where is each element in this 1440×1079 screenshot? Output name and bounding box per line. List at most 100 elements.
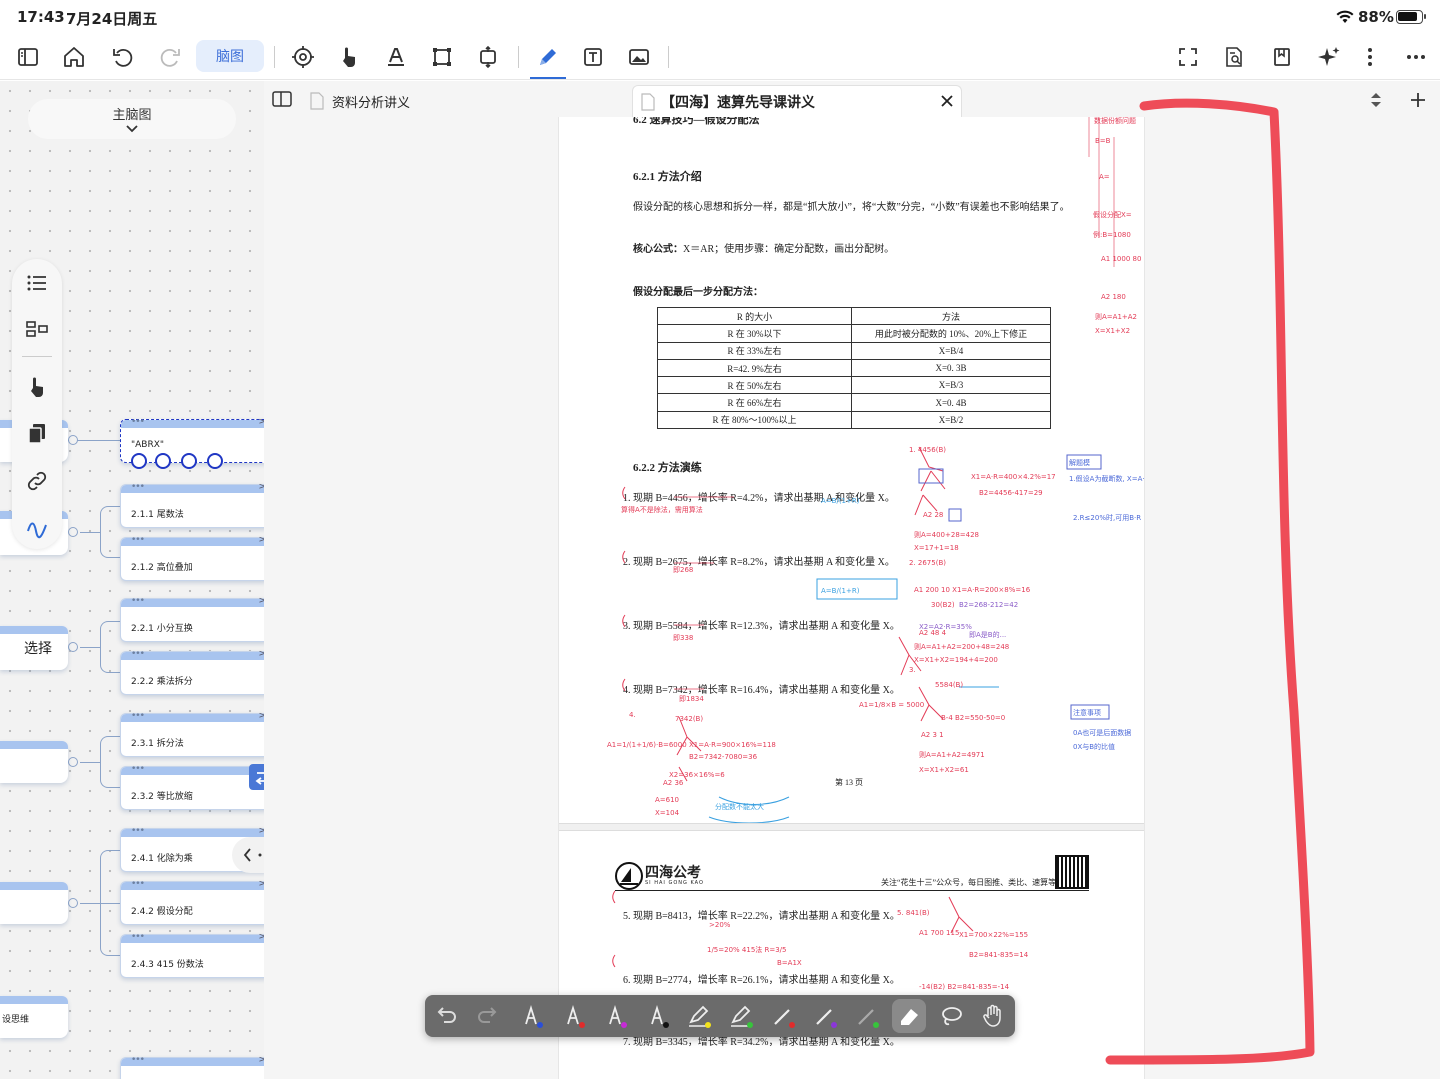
- active-tool-indicator: [530, 77, 566, 79]
- node-collapse-dot[interactable]: [68, 757, 78, 767]
- text-color-button[interactable]: [378, 40, 414, 74]
- copy-icon[interactable]: [25, 421, 49, 445]
- document-tab[interactable]: 资料分析讲义: [310, 85, 610, 117]
- mindmap-panel[interactable]: 主脑图 选择 设思维 ••• > "ABRX" ••• >2.1.1 尾数法 •••…: [0, 81, 264, 1079]
- pen-toolbar: [425, 995, 1015, 1037]
- more-vertical-button[interactable]: [1352, 40, 1388, 74]
- toolbar-divider: [274, 46, 275, 68]
- node-action-icon[interactable]: [155, 453, 171, 469]
- resize-button[interactable]: [470, 40, 506, 74]
- pen-icon: [540, 49, 556, 65]
- mindmap-title-selector[interactable]: 主脑图: [28, 99, 236, 139]
- document-tab-active[interactable]: 【四海】速算先导课讲义: [632, 85, 962, 117]
- marker-purple-tool[interactable]: [811, 1002, 839, 1030]
- highlighter-green-tool[interactable]: [727, 1002, 755, 1030]
- marker-green-tool[interactable]: [853, 1002, 881, 1030]
- document-icon: [641, 92, 655, 111]
- mindmap-parent-node[interactable]: 设思维: [0, 996, 68, 1038]
- brand-subtitle: SI HAI GONG KAO: [645, 880, 704, 886]
- more-options-button[interactable]: [1398, 40, 1434, 74]
- bookmark-button[interactable]: [1264, 40, 1300, 74]
- mindmap-node[interactable]: ••• >2.2.1 小分互换: [120, 596, 264, 642]
- document-search-button[interactable]: [1216, 40, 1252, 74]
- handwritten-annotations: 1. 4456(B) X1=A·R=400×4.2%=17 B2=4456-41…: [607, 117, 1144, 991]
- split-view-icon[interactable]: [272, 91, 292, 107]
- connector-line: [100, 736, 120, 788]
- eraser-tool[interactable]: [892, 999, 926, 1033]
- mindmap-parent-node[interactable]: [0, 882, 68, 924]
- problem-text: 5. 现期 B=8413，增长率 R=22.2%，请求出基期 A 和变化量 X。: [623, 911, 900, 922]
- mindmap-tab-button[interactable]: 脑图: [196, 40, 264, 72]
- connector-line: [100, 621, 120, 673]
- pen-black-tool[interactable]: [643, 1002, 671, 1030]
- pen-undo-icon[interactable]: [432, 1002, 460, 1030]
- hand-tool-icon[interactable]: [979, 1002, 1007, 1030]
- mindmap-parent-node[interactable]: [0, 741, 68, 783]
- pen-purple-tool[interactable]: [601, 1002, 629, 1030]
- pdf-page[interactable]: 6.2 速算技巧—假设分配法 6.2.1 方法介绍 假设分配的核心思想和拆分一样…: [558, 117, 1145, 1079]
- mindmap-node[interactable]: •••>2.3.2 等比放缩: [120, 764, 264, 810]
- layout-structure-icon[interactable]: [25, 317, 49, 341]
- node-collapse-dot[interactable]: [68, 898, 78, 908]
- redo-button[interactable]: [152, 40, 188, 74]
- mindmap-node[interactable]: ••• >2.2.2 乘法拆分: [120, 649, 264, 695]
- pen-red-tool[interactable]: [559, 1002, 587, 1030]
- image-button[interactable]: [621, 40, 657, 74]
- mindmap-node[interactable]: ••• >2.4.3 415 份数法: [120, 932, 264, 978]
- node-label: 2.2.1 小分互换: [131, 624, 193, 634]
- svg-text:算得A不是除法，需用算法: 算得A不是除法，需用算法: [621, 505, 703, 514]
- pen-blue-tool[interactable]: [517, 1002, 545, 1030]
- node-label: "ABRX": [131, 440, 165, 450]
- marker-red-tool[interactable]: [769, 1002, 797, 1030]
- pen-redo-icon[interactable]: [474, 1002, 502, 1030]
- fullscreen-button[interactable]: [1170, 40, 1206, 74]
- home-button[interactable]: [56, 40, 92, 74]
- undo-button[interactable]: [105, 40, 141, 74]
- add-tab-icon[interactable]: [1410, 92, 1426, 108]
- outline-list-icon[interactable]: [25, 271, 49, 295]
- mindmap-node[interactable]: ••• >2.3.1 拆分法: [120, 711, 264, 757]
- panel-resize-handle[interactable]: [232, 837, 264, 873]
- mindmap-node[interactable]: ••• >2.4.2 假设分配: [120, 879, 264, 925]
- svg-text:X=17+1=18: X=17+1=18: [914, 544, 959, 552]
- main-toolbar: 脑图: [0, 34, 1440, 80]
- svg-text:7342(B): 7342(B): [675, 715, 703, 723]
- sidebar-toggle-button[interactable]: [10, 40, 46, 74]
- lasso-icon[interactable]: [937, 1002, 965, 1030]
- hand-pointer-icon[interactable]: [25, 375, 49, 399]
- image-icon: [629, 49, 649, 65]
- mindmap-parent-node[interactable]: 选择: [0, 626, 68, 670]
- battery-icon: [1396, 10, 1426, 24]
- mindmap-node[interactable]: ••• >: [120, 1055, 264, 1079]
- mindmap-node[interactable]: ••• >2.1.1 尾数法: [120, 482, 264, 528]
- svg-text:X2=A2·R=35%: X2=A2·R=35%: [919, 623, 972, 631]
- sail-logo-icon: [615, 862, 643, 890]
- highlighter-yellow-tool[interactable]: [685, 1002, 713, 1030]
- textbox-button[interactable]: [575, 40, 611, 74]
- hand-pointer-button[interactable]: [331, 40, 367, 74]
- crop-button[interactable]: [424, 40, 460, 74]
- node-collapse-dot[interactable]: [68, 527, 78, 537]
- curve-connector-icon[interactable]: [25, 515, 49, 539]
- text-color-icon: [388, 48, 404, 66]
- bookmark-icon: [1274, 48, 1290, 66]
- ai-assistant-button[interactable]: [1311, 40, 1347, 74]
- node-action-icon[interactable]: [207, 453, 223, 469]
- node-collapse-dot[interactable]: [68, 435, 78, 445]
- toolbar-divider: [668, 46, 669, 68]
- settings-button[interactable]: [285, 40, 321, 74]
- swap-direction-button[interactable]: [249, 764, 264, 790]
- svg-text:X=X1+X2=61: X=X1+X2=61: [919, 766, 969, 774]
- node-action-icon[interactable]: [131, 453, 147, 469]
- mindmap-node[interactable]: ••• >2.1.2 高位叠加: [120, 535, 264, 581]
- node-label: 2.1.2 高位叠加: [131, 563, 193, 573]
- link-icon[interactable]: [25, 469, 49, 493]
- mindmap-node-selected[interactable]: ••• > "ABRX": [120, 417, 264, 469]
- close-icon[interactable]: [941, 95, 953, 107]
- pen-button[interactable]: [530, 40, 566, 74]
- sort-arrows-icon[interactable]: [1370, 92, 1382, 108]
- svg-text:即338: 即338: [673, 634, 693, 642]
- node-action-icon[interactable]: [181, 453, 197, 469]
- resize-icon: [480, 45, 496, 69]
- node-collapse-dot[interactable]: [68, 642, 78, 652]
